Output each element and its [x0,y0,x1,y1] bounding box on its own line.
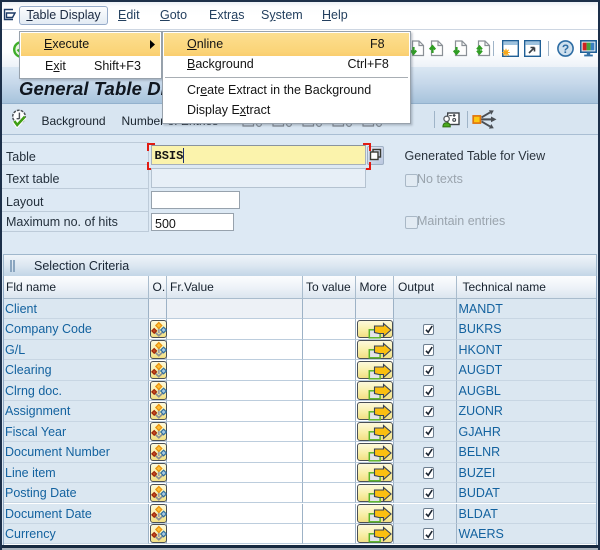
svg-text:?: ? [562,42,569,56]
